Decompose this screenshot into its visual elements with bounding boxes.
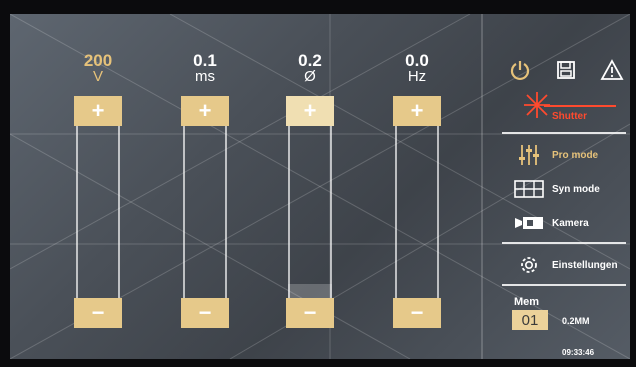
shutter-beam bbox=[544, 105, 616, 107]
frequency-slider[interactable]: + − bbox=[393, 96, 441, 328]
voltage-value: 200 bbox=[83, 51, 113, 70]
camera-icon bbox=[512, 211, 546, 235]
voltage-increase-button[interactable]: + bbox=[74, 96, 122, 126]
grid-icon bbox=[512, 177, 546, 201]
slider-frame bbox=[395, 122, 439, 302]
shutter-label: Shutter bbox=[552, 111, 587, 122]
voltage-decrease-button[interactable]: − bbox=[74, 298, 122, 328]
param-frequency: 0.0 Hz bbox=[382, 52, 452, 84]
mode-camera-label: Kamera bbox=[552, 217, 589, 229]
save-icon[interactable] bbox=[552, 56, 580, 84]
frequency-unit: Hz bbox=[407, 68, 427, 85]
warning-icon[interactable] bbox=[598, 56, 626, 84]
param-pulse-width: 0.1 ms bbox=[170, 52, 240, 84]
slider-frame bbox=[76, 122, 120, 302]
device-screen: 200 V 0.1 ms 0.2 Ø 0.0 Hz + − + − + − + … bbox=[10, 14, 630, 359]
frequency-increase-button[interactable]: + bbox=[393, 96, 441, 126]
voltage-unit: V bbox=[92, 68, 103, 85]
diameter-slider[interactable]: + − bbox=[286, 96, 334, 328]
param-voltage: 200 V bbox=[63, 52, 133, 84]
settings-button[interactable]: Einstellungen bbox=[512, 252, 628, 278]
divider bbox=[502, 242, 626, 244]
diameter-value: 0.2 bbox=[298, 51, 322, 70]
pulse-width-decrease-button[interactable]: − bbox=[181, 298, 229, 328]
memory-value: 0.2MM bbox=[562, 316, 590, 326]
divider bbox=[502, 284, 626, 286]
mode-pro[interactable]: Pro mode bbox=[512, 142, 628, 168]
frequency-decrease-button[interactable]: − bbox=[393, 298, 441, 328]
side-panel: Shutter Pro mode Syn mode Kamera Einstel… bbox=[488, 14, 630, 359]
divider bbox=[502, 132, 626, 134]
pulse-width-value: 0.1 bbox=[193, 51, 217, 70]
slider-frame bbox=[183, 122, 227, 302]
voltage-slider[interactable]: + − bbox=[74, 96, 122, 328]
gear-icon bbox=[512, 253, 546, 277]
param-diameter: 0.2 Ø bbox=[275, 52, 345, 84]
settings-label: Einstellungen bbox=[552, 259, 618, 271]
top-icon-bar bbox=[506, 56, 626, 84]
shutter-button[interactable]: Shutter bbox=[512, 90, 622, 128]
frequency-value: 0.0 bbox=[405, 51, 429, 70]
diameter-decrease-button[interactable]: − bbox=[286, 298, 334, 328]
pulse-width-increase-button[interactable]: + bbox=[181, 96, 229, 126]
slider-frame bbox=[288, 122, 332, 302]
mode-camera[interactable]: Kamera bbox=[512, 210, 628, 236]
mode-pro-label: Pro mode bbox=[552, 149, 599, 161]
power-icon[interactable] bbox=[506, 56, 534, 84]
memory-title: Mem bbox=[514, 296, 540, 308]
pulse-width-slider[interactable]: + − bbox=[181, 96, 229, 328]
diameter-increase-button[interactable]: + bbox=[286, 96, 334, 126]
memory-slot-button[interactable]: 01 bbox=[512, 310, 548, 330]
mode-syn-label: Syn mode bbox=[552, 183, 600, 195]
mode-syn[interactable]: Syn mode bbox=[512, 176, 628, 202]
diameter-unit: Ø bbox=[304, 68, 316, 85]
sliders-icon bbox=[512, 143, 546, 167]
clock: 09:33:46 bbox=[562, 348, 595, 357]
pulse-width-unit: ms bbox=[195, 68, 215, 85]
